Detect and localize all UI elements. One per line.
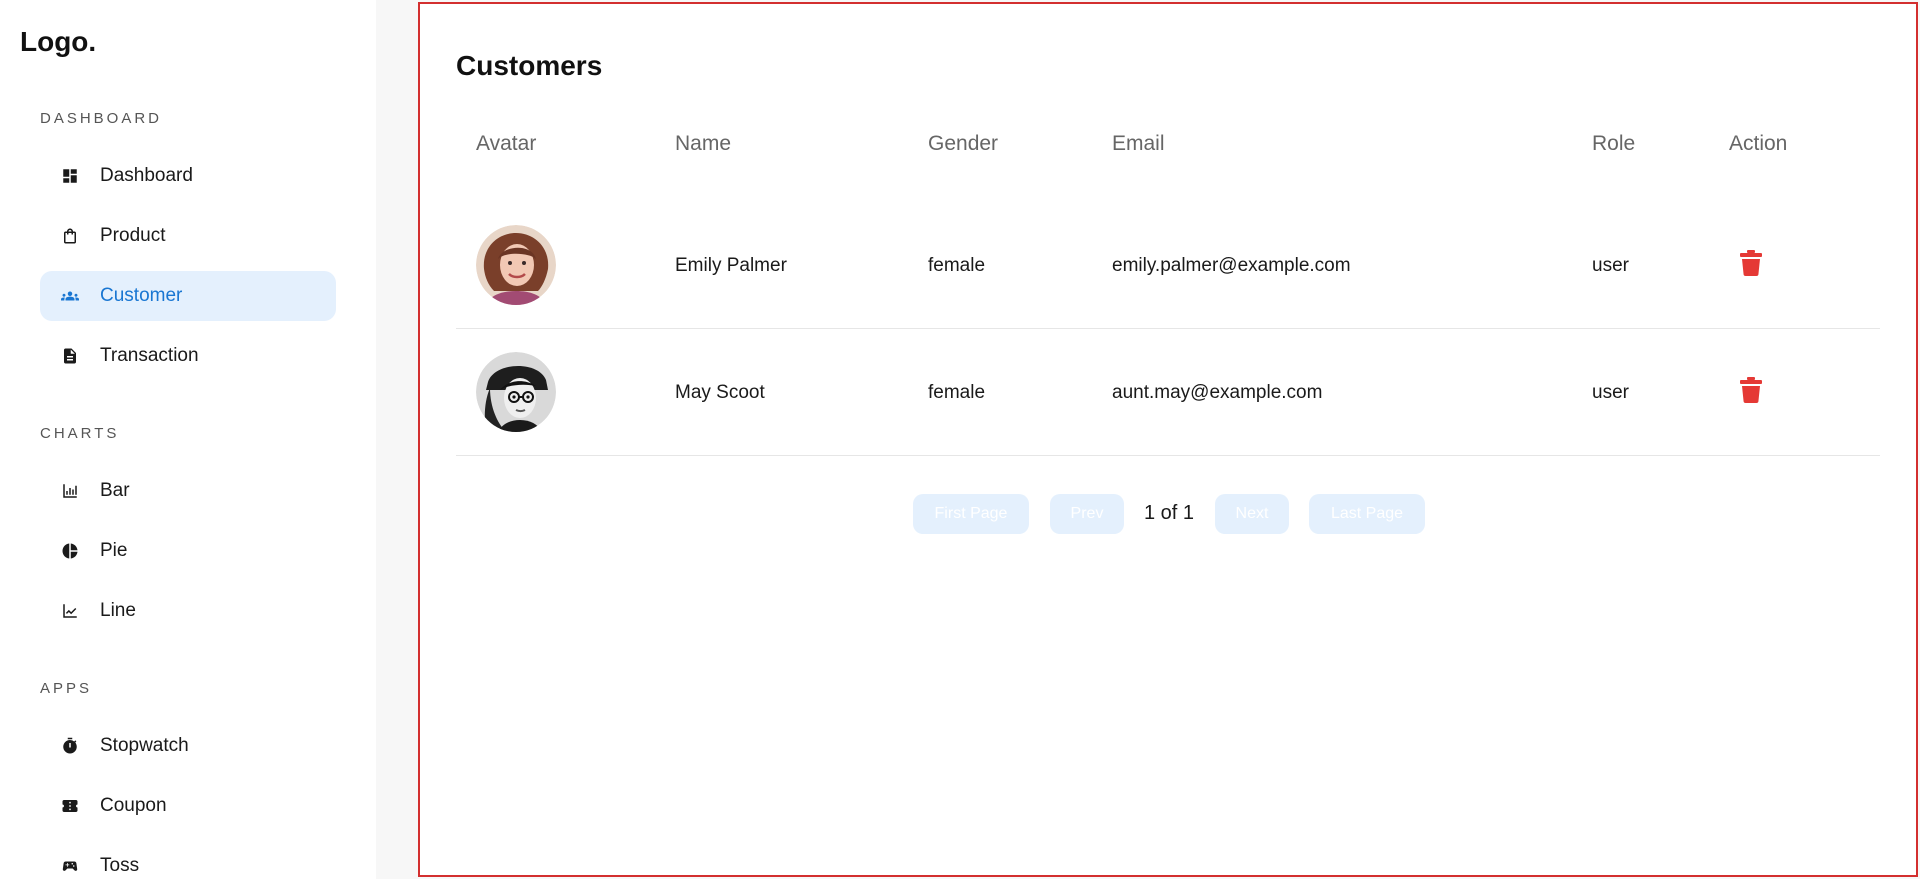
- delete-icon[interactable]: [1740, 250, 1762, 276]
- sidebar-item-label: Customer: [100, 285, 183, 306]
- customer-role: user: [1592, 381, 1629, 403]
- customer-gender: female: [928, 254, 986, 276]
- sidebar-item-coupon[interactable]: Coupon: [40, 781, 336, 831]
- sidebar-item-label: Dashboard: [100, 165, 193, 186]
- column-header-name[interactable]: Name: [675, 132, 731, 156]
- first-page-button[interactable]: First Page: [913, 494, 1029, 534]
- last-page-button[interactable]: Last Page: [1309, 494, 1425, 534]
- delete-icon[interactable]: [1740, 377, 1762, 403]
- customer-email: emily.palmer@example.com: [1112, 254, 1351, 276]
- sidebar-item-customer[interactable]: Customer: [40, 271, 336, 321]
- document-icon: [60, 346, 80, 366]
- sidebar: Logo. DASHBOARD Dashboard Product Custom…: [0, 0, 376, 879]
- pie-chart-icon: [60, 541, 80, 561]
- sidebar-item-line[interactable]: Line: [40, 586, 336, 636]
- avatar: [476, 225, 556, 305]
- sidebar-item-pie[interactable]: Pie: [40, 526, 336, 576]
- bar-chart-icon: [60, 481, 80, 501]
- customers-panel: Customers Avatar Name Gender Email Role …: [418, 2, 1918, 877]
- sidebar-item-transaction[interactable]: Transaction: [40, 331, 336, 381]
- sidebar-item-label: Stopwatch: [100, 735, 189, 756]
- customer-role: user: [1592, 254, 1629, 276]
- sidebar-item-dashboard[interactable]: Dashboard: [40, 151, 336, 201]
- section-title-charts: CHARTS: [40, 425, 120, 442]
- sidebar-item-label: Coupon: [100, 795, 167, 816]
- section-title-dashboard: DASHBOARD: [40, 110, 163, 127]
- column-header-avatar[interactable]: Avatar: [476, 132, 536, 156]
- customer-email: aunt.may@example.com: [1112, 381, 1323, 403]
- sidebar-item-stopwatch[interactable]: Stopwatch: [40, 721, 336, 771]
- people-icon: [60, 286, 80, 306]
- section-title-apps: APPS: [40, 680, 93, 697]
- table-row: Emily Palmer female emily.palmer@example…: [456, 202, 1880, 329]
- table-row: May Scoot female aunt.may@example.com us…: [456, 329, 1880, 456]
- logo[interactable]: Logo.: [20, 26, 96, 58]
- stopwatch-icon: [60, 736, 80, 756]
- column-header-action[interactable]: Action: [1729, 132, 1787, 156]
- prev-button[interactable]: Prev: [1050, 494, 1124, 534]
- customer-gender: female: [928, 381, 986, 403]
- sidebar-item-product[interactable]: Product: [40, 211, 336, 261]
- sidebar-item-label: Product: [100, 225, 166, 246]
- sidebar-item-bar[interactable]: Bar: [40, 466, 336, 516]
- sidebar-item-label: Line: [100, 600, 136, 621]
- column-header-role[interactable]: Role: [1592, 132, 1635, 156]
- avatar: [476, 352, 556, 432]
- coupon-icon: [60, 796, 80, 816]
- customer-name: May Scoot: [675, 381, 765, 403]
- sidebar-item-label: Transaction: [100, 345, 199, 366]
- gamepad-icon: [60, 856, 80, 876]
- line-chart-icon: [60, 601, 80, 621]
- page-title: Customers: [456, 50, 603, 81]
- next-button[interactable]: Next: [1215, 494, 1289, 534]
- sidebar-item-label: Pie: [100, 540, 128, 561]
- sidebar-item-toss[interactable]: Toss: [40, 841, 336, 879]
- dashboard-icon: [60, 166, 80, 186]
- sidebar-item-label: Toss: [100, 855, 140, 876]
- page-indicator: 1 of 1: [1144, 502, 1195, 524]
- sidebar-item-label: Bar: [100, 480, 130, 501]
- shopping-bag-icon: [60, 226, 80, 246]
- customer-name: Emily Palmer: [675, 254, 787, 276]
- column-header-gender[interactable]: Gender: [928, 132, 998, 156]
- column-header-email[interactable]: Email: [1112, 132, 1165, 156]
